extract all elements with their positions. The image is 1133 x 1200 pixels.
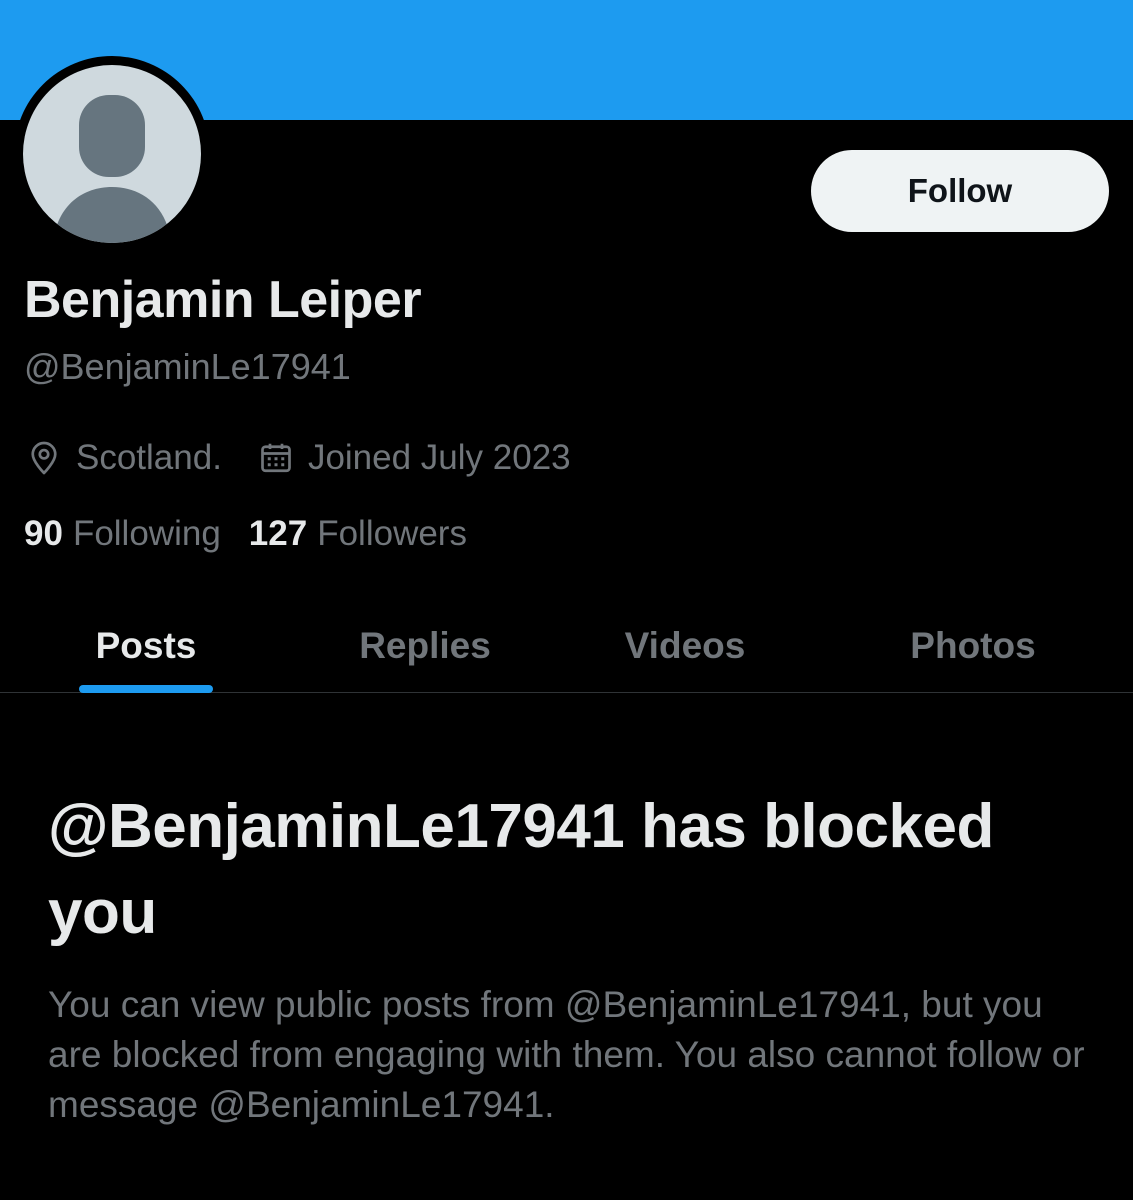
location-pin-icon — [26, 440, 62, 476]
tab-photos[interactable]: Photos — [870, 600, 1076, 692]
blocked-title: @BenjaminLe17941 has blocked you — [48, 792, 994, 947]
blocked-description: You can view public posts from @Benjamin… — [48, 984, 1085, 1125]
profile-tabs: Posts Replies Videos Photos — [0, 600, 1133, 693]
follow-button[interactable]: Follow — [811, 150, 1109, 232]
joined-item: Joined July 2023 — [258, 438, 571, 478]
followers-count: 127 — [248, 514, 308, 553]
followers-label: Followers — [317, 514, 467, 553]
default-avatar-icon — [23, 65, 201, 243]
profile-stats: 90 Following 127 Followers — [24, 514, 467, 554]
tab-replies[interactable]: Replies — [320, 600, 530, 692]
avatar[interactable] — [14, 56, 210, 252]
active-tab-indicator — [79, 685, 213, 693]
joined-text: Joined July 2023 — [307, 438, 571, 477]
following-link[interactable]: 90 Following — [24, 514, 221, 554]
calendar-icon — [258, 440, 294, 476]
profile-meta: Scotland. Joined July 2023 — [26, 436, 571, 480]
tab-posts[interactable]: Posts — [40, 600, 252, 692]
following-count: 90 — [24, 514, 63, 553]
tab-videos[interactable]: Videos — [590, 600, 780, 692]
followers-link[interactable]: 127 Followers — [249, 514, 467, 554]
location-item: Scotland. — [26, 438, 222, 478]
profile-name: Benjamin Leiper — [24, 271, 422, 329]
profile-page: Follow Benjamin Leiper @BenjaminLe17941 … — [0, 0, 1133, 1200]
profile-handle: @BenjaminLe17941 — [24, 346, 351, 387]
location-text: Scotland. — [76, 438, 222, 477]
following-label: Following — [72, 514, 221, 553]
